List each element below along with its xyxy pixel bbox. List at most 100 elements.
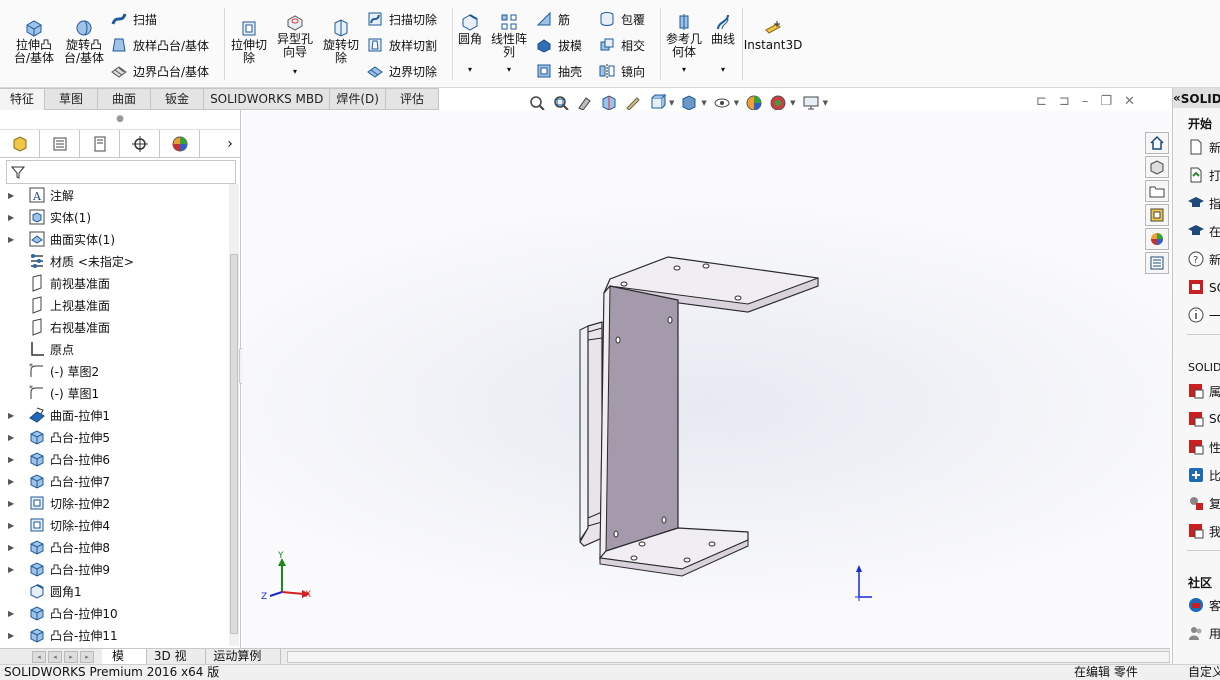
tree-item[interactable]: 圆角1 <box>0 580 228 602</box>
panel-grip[interactable]: ● <box>0 110 240 130</box>
extrude-cut-button[interactable]: 拉伸切 除 <box>228 18 270 65</box>
task-property-tab-builder[interactable]: 属性标签编制程序 <box>1187 382 1220 400</box>
expand-arrow-icon[interactable]: ▶ <box>8 565 20 574</box>
tab-file-explorer[interactable] <box>1145 180 1169 202</box>
swept-cut-button[interactable]: 扫描切除 <box>366 9 437 29</box>
tab-dimxpert-manager[interactable] <box>120 130 160 157</box>
tab-view-palette[interactable] <box>1145 204 1169 226</box>
last-tab-icon[interactable]: ▸ <box>80 650 94 663</box>
expand-arrow-icon[interactable]: ▶ <box>8 455 20 464</box>
task-online-tutorials[interactable]: 在线教程 <box>1187 222 1220 240</box>
feature-tree-scrollbar[interactable] <box>229 184 239 646</box>
task-user-groups[interactable]: 用户组 <box>1187 624 1220 642</box>
task-compare-scores[interactable]: 比较我的分数 <box>1187 466 1220 484</box>
tree-item[interactable]: 上视基准面 <box>0 294 228 316</box>
expand-arrow-icon[interactable]: ▶ <box>8 477 20 486</box>
expand-arrow-icon[interactable]: ▶ <box>8 631 20 640</box>
revolve-boss-button[interactable]: 旋转凸 台/基体 <box>60 18 108 65</box>
shell-button[interactable]: 抽壳 <box>535 61 582 81</box>
tab-feature-manager[interactable] <box>0 130 40 157</box>
expand-arrow-icon[interactable]: ▶ <box>8 543 20 552</box>
tab-evaluate[interactable]: 评估 <box>385 88 439 110</box>
minimize-icon[interactable]: – <box>1082 94 1089 109</box>
tree-item[interactable]: ▶ 曲面-拉伸1 <box>0 404 228 426</box>
tree-item[interactable]: 右视基准面 <box>0 316 228 338</box>
tab-custom-properties[interactable] <box>1145 252 1169 274</box>
graphics-canvas[interactable]: Y X Z <box>242 110 1172 648</box>
revolve-cut-button[interactable]: 旋转切 除 <box>320 18 362 65</box>
tab-configuration-manager[interactable] <box>80 130 120 157</box>
task-copy-settings[interactable]: 复制设置向导 <box>1187 494 1220 512</box>
collapse-pane-icon[interactable]: « <box>1173 91 1181 105</box>
task-customer-portal[interactable]: 客户门户 <box>1187 596 1220 614</box>
tree-item[interactable]: ▶ 凸台-拉伸8 <box>0 536 228 558</box>
task-forum[interactable]: SOLIDWORKS 论坛 <box>1187 278 1220 296</box>
tree-item[interactable]: ▶ 凸台-拉伸11 <box>0 624 228 646</box>
restore-icon[interactable]: ❐ <box>1100 94 1112 109</box>
task-open-document[interactable]: 打开文档 <box>1187 166 1220 184</box>
first-tab-icon[interactable]: ◂ <box>32 650 46 663</box>
tree-item[interactable]: ▶ 凸台-拉伸6 <box>0 448 228 470</box>
part-model[interactable] <box>579 256 819 577</box>
tab-solidworks-resources[interactable] <box>1145 132 1169 154</box>
tab-property-manager[interactable] <box>40 130 80 157</box>
tree-item[interactable]: 材质 <未指定> <box>0 250 228 272</box>
tree-item[interactable]: ▶ 切除-拉伸2 <box>0 492 228 514</box>
wrap-button[interactable]: 包覆 <box>598 9 645 29</box>
tree-item[interactable]: 前视基准面 <box>0 272 228 294</box>
instant3d-button[interactable]: Instant3D <box>744 18 802 52</box>
lofted-cut-button[interactable]: 放样切割 <box>366 35 437 55</box>
linear-pattern-button[interactable]: 线性阵 列 ▾ <box>488 12 530 76</box>
tab-weldments[interactable]: 焊件(D) <box>330 88 386 110</box>
boundary-boss-button[interactable]: 边界凸台/基体 <box>110 61 209 81</box>
expand-arrow-icon[interactable]: ▶ <box>8 213 20 222</box>
expand-arrow-icon[interactable]: ▶ <box>8 499 20 508</box>
boundary-cut-button[interactable]: 边界切除 <box>366 61 437 81</box>
task-general-info[interactable]: 一般信息 <box>1187 306 1220 324</box>
tree-item[interactable]: ▶ A 注解 <box>0 184 228 206</box>
horizontal-scrollbar[interactable] <box>286 650 1170 663</box>
tab-design-library[interactable] <box>1145 156 1169 178</box>
tree-item[interactable]: 原点 <box>0 338 228 360</box>
task-whats-new[interactable]: ? 新增功能 <box>1187 250 1220 268</box>
tree-item[interactable]: ▶ 凸台-拉伸9 <box>0 558 228 580</box>
prev-tab-icon[interactable]: ◂ <box>48 650 62 663</box>
tab-sketch[interactable]: 草图 <box>45 88 99 110</box>
expand-arrow-icon[interactable]: ▶ <box>8 521 20 530</box>
expand-arrow-icon[interactable]: ▶ <box>8 433 20 442</box>
loft-boss-button[interactable]: 放样凸台/基体 <box>110 35 209 55</box>
tree-item[interactable]: ▶ 凸台-拉伸10 <box>0 602 228 624</box>
curves-button[interactable]: 曲线 ▾ <box>707 12 739 76</box>
draft-button[interactable]: 拔模 <box>535 35 582 55</box>
task-new-document[interactable]: 新建文档 <box>1187 138 1220 156</box>
tab-model[interactable]: 模型 <box>102 648 147 678</box>
tree-item[interactable]: * (-) 草图1 <box>0 382 228 404</box>
tab-surfaces[interactable]: 曲面 <box>98 88 152 110</box>
sweep-button[interactable]: 扫描 <box>110 9 157 29</box>
hole-wizard-button[interactable]: 异型孔 向导 ▾ <box>274 12 316 78</box>
chevron-right-icon[interactable]: › <box>220 130 240 157</box>
expand-arrow-icon[interactable]: ▶ <box>8 235 20 244</box>
tab-sheet-metal[interactable]: 钣金 <box>151 88 205 110</box>
expand-arrow-icon[interactable]: ▶ <box>8 191 20 200</box>
graphics-area[interactable]: Y X Z <box>242 110 1172 648</box>
intersect-button[interactable]: 相交 <box>598 35 645 55</box>
close-icon[interactable]: ✕ <box>1124 94 1135 109</box>
tree-item[interactable]: ▶ 实体(1) <box>0 206 228 228</box>
expand-arrow-icon[interactable]: ▶ <box>8 609 20 618</box>
task-performance-benchmark[interactable]: 性能基准测试 <box>1187 438 1220 456</box>
tab-motion-study[interactable]: 运动算例 1 <box>206 648 281 678</box>
tree-item[interactable]: * (-) 草图2 <box>0 360 228 382</box>
tab-appearances[interactable] <box>1145 228 1169 250</box>
tab-mbd[interactable]: SOLIDWORKS MBD <box>204 88 331 110</box>
mirror-button[interactable]: 镜向 <box>598 61 645 81</box>
rib-button[interactable]: 筋 <box>535 9 570 29</box>
tree-item[interactable]: ▶ 切除-拉伸4 <box>0 514 228 536</box>
tree-item[interactable]: ▶ 凸台-拉伸5 <box>0 426 228 448</box>
status-units-custom[interactable]: 自定义 <box>1188 665 1220 680</box>
tile-left-icon[interactable]: ⊏ <box>1036 94 1047 109</box>
reference-geometry-button[interactable]: 参考几 何体 ▾ <box>663 12 705 76</box>
extrude-boss-button[interactable]: 拉伸凸 台/基体 <box>10 18 58 65</box>
feature-tree-filter[interactable] <box>6 160 236 184</box>
tile-right-icon[interactable]: ⊐ <box>1059 94 1070 109</box>
